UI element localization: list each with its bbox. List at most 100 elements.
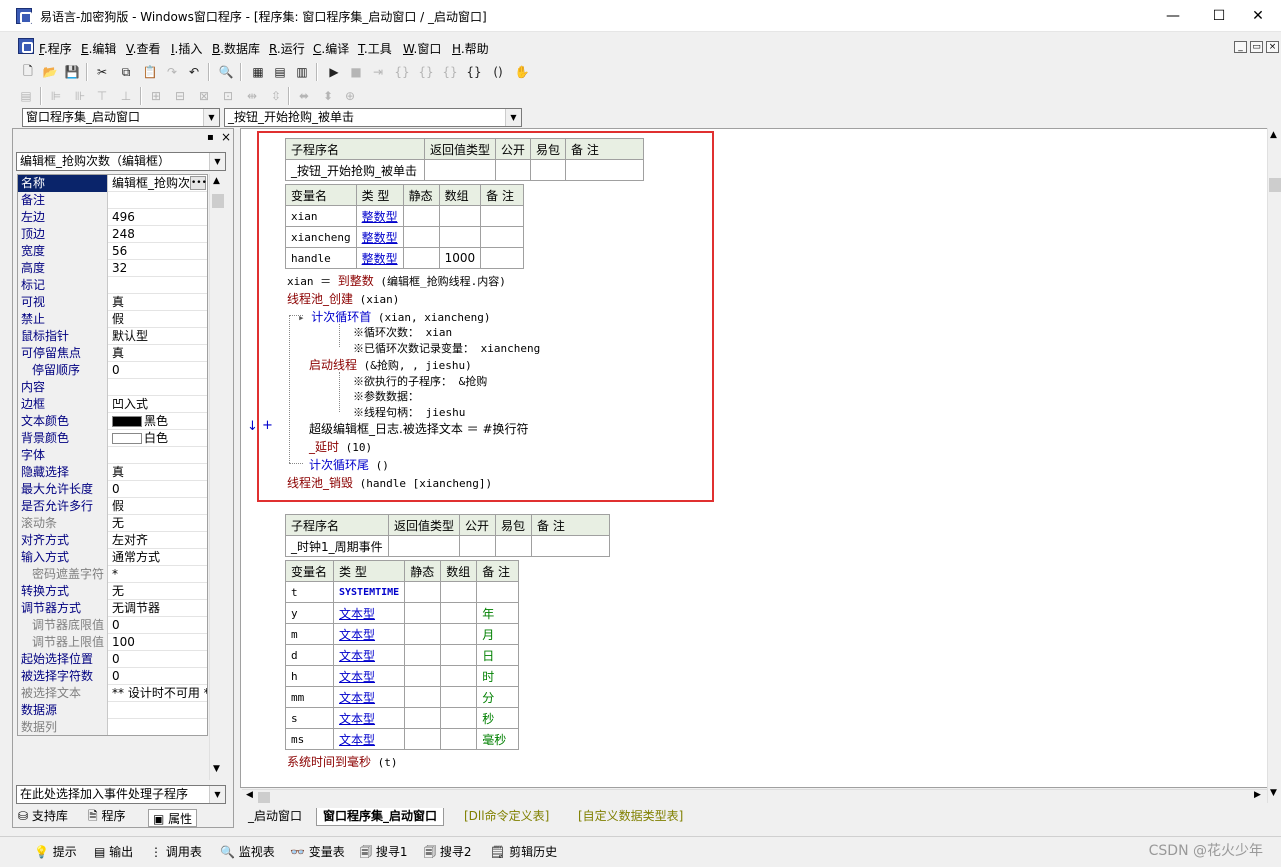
property-value[interactable]: 黑色	[110, 413, 207, 430]
var-note[interactable]: 毫秒	[476, 728, 520, 750]
var-name[interactable]: xian	[285, 205, 357, 227]
property-value[interactable]: 0	[110, 617, 207, 634]
center-v-icon[interactable]: ⊟	[170, 86, 190, 106]
var-note[interactable]: 月	[476, 623, 520, 645]
property-value[interactable]	[110, 447, 207, 464]
property-row[interactable]: 备注	[18, 192, 207, 209]
tab-custom-types[interactable]: [自定义数据类型表]	[578, 808, 683, 826]
code-line[interactable]: 超级编辑框_日志.被选择文本 ＝ #换行符	[309, 420, 529, 437]
open-folder-icon[interactable]: 📂	[40, 62, 60, 82]
scroll-thumb[interactable]	[258, 792, 270, 803]
code-line[interactable]: 计次循环尾 ()	[309, 456, 389, 473]
same-width-icon[interactable]: ⊠	[194, 86, 214, 106]
find-icon[interactable]: 🔍	[216, 62, 236, 82]
var-type-link[interactable]: 整数型	[355, 247, 404, 269]
breakpoint-icon[interactable]: ()	[488, 62, 508, 82]
var-array[interactable]	[440, 623, 478, 645]
property-row[interactable]: 边框 凹入式	[18, 396, 207, 413]
code-comment[interactable]: ※欲执行的子程序： &抢购	[353, 373, 487, 389]
property-row[interactable]: 数据列	[18, 719, 207, 735]
hand-icon[interactable]: ✋	[512, 62, 532, 82]
sub1-return-type[interactable]	[423, 159, 497, 181]
var-name[interactable]: y	[285, 602, 334, 624]
var-static[interactable]	[404, 665, 442, 687]
table-row[interactable]: y 文本型 年	[285, 602, 520, 624]
chevron-down-icon[interactable]: ▼	[505, 109, 521, 126]
var-type-link[interactable]: 文本型	[332, 644, 406, 666]
menu-tools[interactable]: T.工具	[358, 40, 392, 57]
property-row[interactable]: 是否允许多行假	[18, 498, 207, 515]
menu-program[interactable]: F.程序	[39, 40, 72, 57]
layout-window-icon[interactable]: ▦	[248, 62, 268, 82]
new-file-icon[interactable]: 🗋	[18, 62, 38, 82]
code-line[interactable]: 启动线程 (&抢购, , jieshu)	[309, 356, 472, 373]
resize-both-icon[interactable]: ⊕	[340, 86, 360, 106]
property-scrollbar[interactable]: ▲ ▼	[209, 174, 226, 780]
var-note[interactable]: 日	[476, 644, 520, 666]
property-value[interactable]: 真	[110, 294, 207, 311]
tab-properties[interactable]: ▣ 属性	[148, 809, 198, 827]
menu-window[interactable]: W.窗口	[403, 40, 441, 57]
sub2-epkg[interactable]	[495, 535, 533, 557]
property-row[interactable]: 起始选择位置 0	[18, 651, 207, 668]
var-note[interactable]	[480, 205, 525, 227]
code-line[interactable]: ▸ 计次循环首 (xian, xiancheng)	[298, 308, 490, 325]
copy-icon[interactable]: ⧉	[116, 62, 136, 82]
same-height-icon[interactable]: ⊡	[218, 86, 238, 106]
sub2-return-type[interactable]	[387, 535, 461, 557]
table-row[interactable]: t SYSTEMTIME	[285, 581, 520, 603]
tab-variables[interactable]: 👓 变量表	[290, 842, 345, 862]
tab-hints[interactable]: 💡 提示	[34, 842, 77, 862]
panel-close-icon[interactable]: ×	[221, 130, 231, 144]
var-array[interactable]	[440, 602, 478, 624]
table-row[interactable]: m 文本型 月	[285, 623, 520, 645]
var-type-link[interactable]: 整数型	[355, 205, 404, 227]
var-static[interactable]	[404, 644, 442, 666]
property-row[interactable]: 输入方式 通常方式	[18, 549, 207, 566]
var-name[interactable]: s	[285, 707, 334, 729]
scroll-up-icon[interactable]: ▲	[213, 176, 220, 186]
var-type-link[interactable]: 文本型	[332, 602, 406, 624]
var-type-link[interactable]: SYSTEMTIME	[332, 581, 406, 603]
tab-watch[interactable]: 🔍 监视表	[220, 842, 275, 862]
property-value[interactable]: 白色	[110, 430, 207, 447]
property-value[interactable]: 真	[110, 345, 207, 362]
property-value[interactable]	[110, 379, 207, 396]
property-value[interactable]: 无	[110, 583, 207, 600]
property-row[interactable]: 文本颜色 黑色	[18, 413, 207, 430]
sub2-note[interactable]	[531, 535, 611, 557]
property-row[interactable]: 数据源	[18, 702, 207, 719]
property-row[interactable]: 鼠标指针 默认型	[18, 328, 207, 345]
property-row[interactable]: 隐藏选择真	[18, 464, 207, 481]
center-h-icon[interactable]: ⊞	[146, 86, 166, 106]
mdi-restore-button[interactable]: ▭	[1250, 41, 1263, 53]
minimize-button[interactable]: —	[1150, 0, 1196, 32]
property-row[interactable]: 宽度 56	[18, 243, 207, 260]
var-note[interactable]: 秒	[476, 707, 520, 729]
sub1-note[interactable]	[565, 159, 645, 181]
sub1-public[interactable]	[495, 159, 532, 181]
var-array[interactable]	[440, 581, 478, 603]
tab-search1[interactable]: 🗐 搜寻1	[360, 842, 407, 862]
property-value[interactable]: 无调节器	[110, 600, 207, 617]
property-value[interactable]: 默认型	[110, 328, 207, 345]
code-comment[interactable]: ※循环次数： xian	[353, 324, 452, 340]
var-name[interactable]: h	[285, 665, 334, 687]
property-row[interactable]: 滚动条无	[18, 515, 207, 532]
sub2-name[interactable]: _时钟1_周期事件	[285, 535, 389, 557]
property-value[interactable]: 真	[110, 464, 207, 481]
var-name[interactable]: ms	[285, 728, 334, 750]
property-value[interactable]	[110, 192, 207, 209]
tab-output[interactable]: ▤ 输出	[94, 842, 133, 862]
var-name[interactable]: t	[285, 581, 334, 603]
scroll-thumb[interactable]	[1269, 178, 1281, 192]
code-line[interactable]: 线程池_创建 (xian)	[287, 290, 399, 307]
property-value[interactable]	[110, 702, 207, 719]
property-value[interactable]: 248	[110, 226, 207, 243]
var-static[interactable]	[404, 728, 442, 750]
scroll-up-icon[interactable]: ▲	[1270, 130, 1277, 140]
var-type-link[interactable]: 文本型	[332, 707, 406, 729]
property-value[interactable]: 496	[110, 209, 207, 226]
property-value[interactable]: 凹入式	[110, 396, 207, 413]
property-row[interactable]: 停留顺序 0	[18, 362, 207, 379]
